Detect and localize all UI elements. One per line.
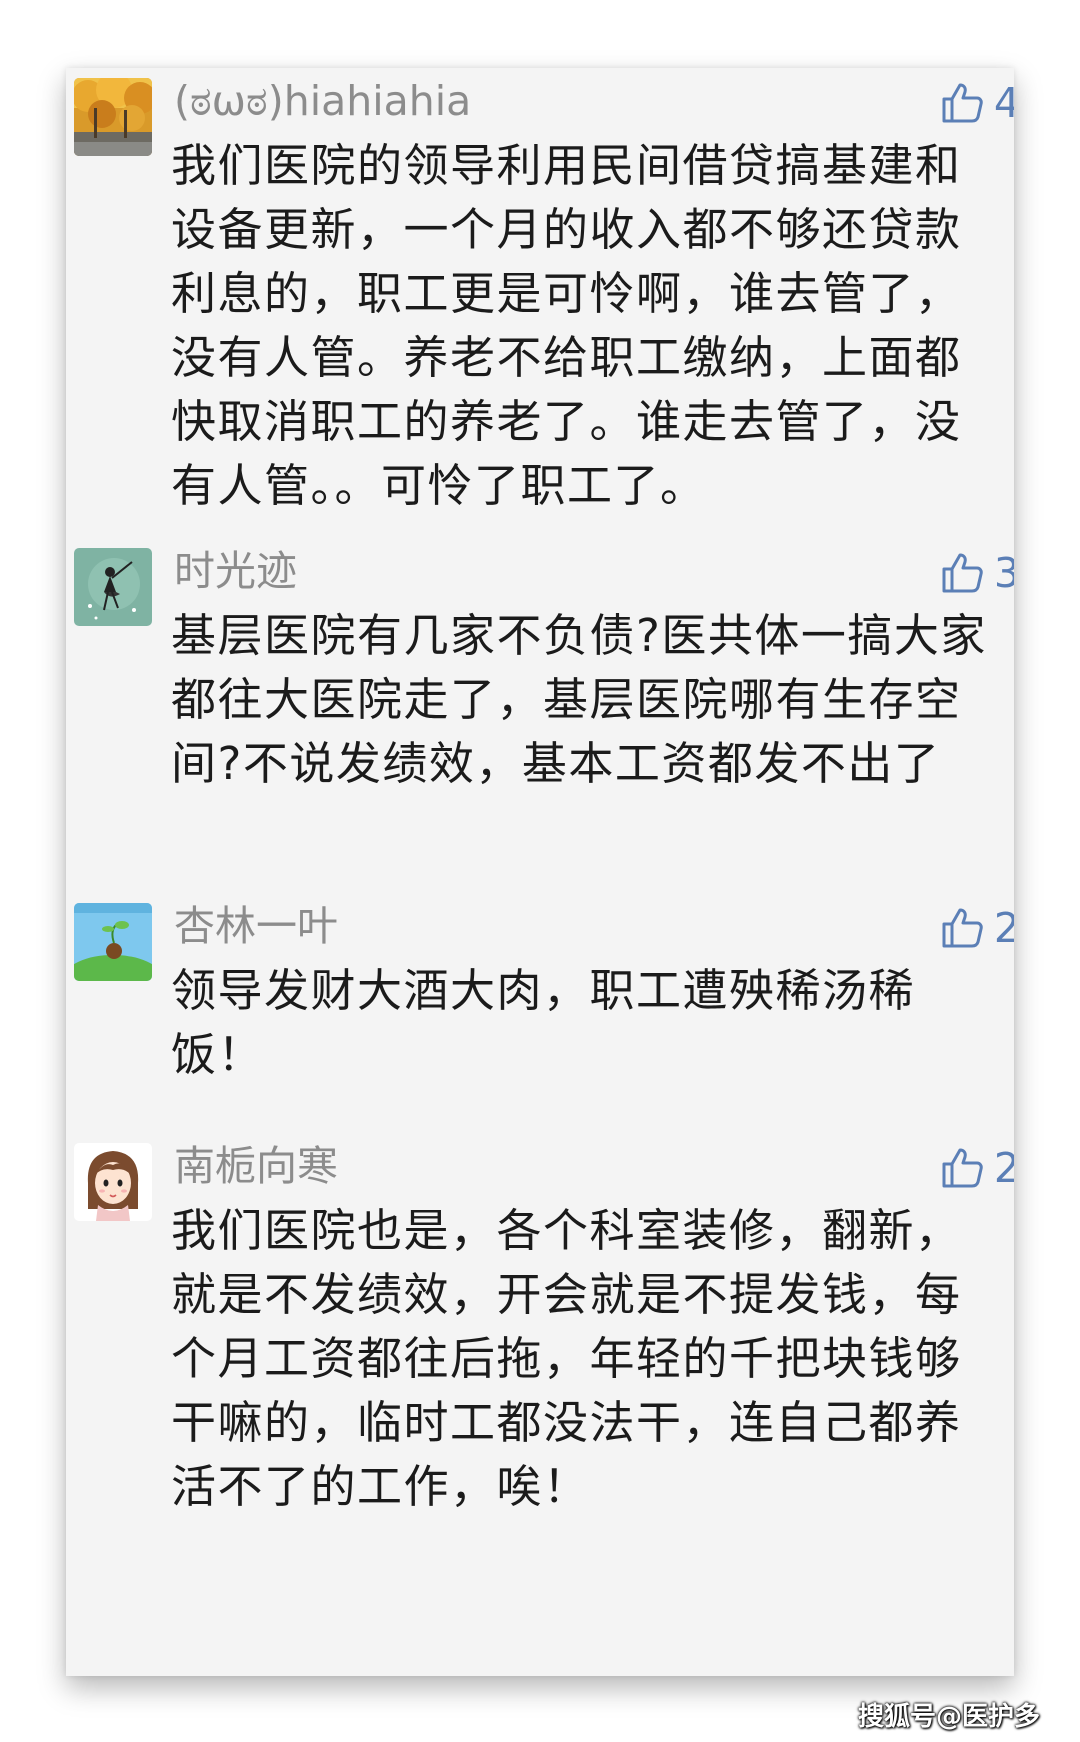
thumbs-up-icon [942, 553, 983, 593]
cartoon-girl-avatar-icon [74, 1143, 152, 1221]
comment-text: 领导发财大酒大肉，职工遭殃稀汤稀饭！ [171, 964, 916, 1081]
comment-item: 南栀向寒 2 我们医院也是，各个科室装修，翻新，就是不发绩效，开会就是不提发钱，… [66, 1133, 1014, 1553]
like-count: 2 [993, 1144, 1014, 1192]
thumbs-up-icon [942, 908, 983, 948]
user-avatar[interactable] [74, 903, 152, 981]
like-count: 3 [993, 549, 1014, 597]
comment-username[interactable]: 杏林一叶 [174, 901, 338, 951]
comment-text: 我们医院的领导利用民间借贷搞基建和设备更新，一个月的收入都不够还贷款利息的，职工… [171, 139, 962, 512]
like-count: 4 [993, 79, 1014, 127]
like-button[interactable]: 2 [938, 903, 1014, 953]
user-avatar[interactable] [74, 548, 152, 626]
user-avatar[interactable] [74, 1143, 152, 1221]
comment-username[interactable]: 南栀向寒 [174, 1141, 338, 1191]
like-button[interactable]: 3 [938, 548, 1014, 598]
comment-text: 我们医院也是，各个科室装修，翻新，就是不发绩效，开会就是不提发钱，每个月工资都往… [171, 1204, 962, 1513]
comment-list: (ಠωಠ)hiahiahia 4 我们医院的领导利用民间借贷搞基建和设备更新，一… [66, 68, 1014, 1676]
source-watermark: 搜狐号@医护多 [857, 1702, 1040, 1732]
like-button[interactable]: 4 [938, 78, 1014, 128]
like-count: 2 [993, 904, 1014, 952]
comment-item: (ಠωಠ)hiahiahia 4 我们医院的领导利用民间借贷搞基建和设备更新，一… [66, 68, 1014, 538]
thumbs-up-icon [942, 83, 983, 123]
comment-item: 时光迹 3 基层医院有几家不负债?医共体一搞大家都往大医院走了，基层医院哪有生存… [66, 538, 1014, 893]
comment-item: 杏林一叶 2 领导发财大酒大肉，职工遭殃稀汤稀饭！ [66, 893, 1014, 1133]
sprout-avatar-icon [74, 903, 152, 981]
ballerina-avatar-icon [74, 548, 152, 626]
user-avatar[interactable] [74, 78, 152, 156]
thumbs-up-icon [942, 1148, 983, 1188]
comment-username[interactable]: 时光迹 [174, 546, 297, 596]
like-button[interactable]: 2 [938, 1143, 1014, 1193]
comment-text: 基层医院有几家不负债?医共体一搞大家都往大医院走了，基层医院哪有生存空间?不说发… [171, 609, 987, 790]
comment-username[interactable]: (ಠωಠ)hiahiahia [174, 76, 471, 126]
autumn-tree-avatar-icon [74, 78, 152, 156]
